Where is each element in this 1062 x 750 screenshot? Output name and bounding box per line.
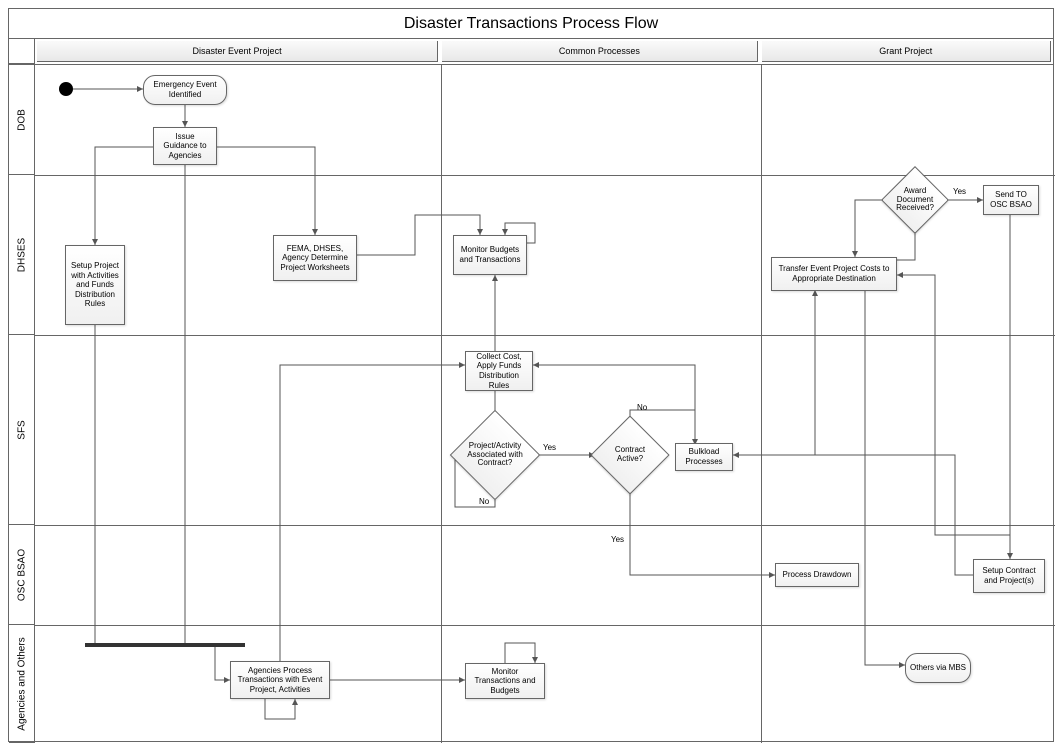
column-header: Grant Project [762,41,1051,62]
row-label: DHSES [16,237,27,271]
parallel-bar [85,643,245,647]
node-process-drawdown: Process Drawdown [775,563,859,587]
label-yes: Yes [953,187,966,196]
node-fema-dhses: FEMA, DHSES, Agency Determine Project Wo… [273,235,357,281]
row-label: DOB [16,109,27,131]
node-transfer-costs: Transfer Event Project Costs to Appropri… [771,257,897,291]
connectors [35,65,1055,743]
node-setup-contract: Setup Contract and Project(s) [973,559,1045,593]
label-yes: Yes [611,535,624,544]
column-headers: Disaster Event Project Common Processes … [9,39,1053,65]
node-bulkload: Bulkload Processes [675,443,733,471]
node-others-mbs: Others via MBS [905,653,971,683]
row-label: Agencies and Others [16,637,27,730]
node-agencies-process: Agencies Process Transactions with Event… [230,661,330,699]
node-issue-guidance: Issue Guidance to Agencies [153,127,217,165]
diagram-title: Disaster Transactions Process Flow [9,9,1053,39]
node-monitor-trans: Monitor Transactions and Budgets [465,663,545,699]
swimlane-body: Emergency Event Identified Issue Guidanc… [35,65,1055,743]
node-emergency-event: Emergency Event Identified [143,75,227,105]
column-header: Disaster Event Project [37,41,438,62]
node-monitor-budgets: Monitor Budgets and Transactions [453,235,527,275]
start-node [59,82,73,96]
node-collect-cost: Collect Cost, Apply Funds Distribution R… [465,351,533,391]
node-setup-project: Setup Project with Activities and Funds … [65,245,125,325]
row-labels: DOB DHSES SFS OSC BSAO Agencies and Othe… [9,65,35,743]
row-label: OSC BSAO [16,548,27,600]
label-yes: Yes [543,443,556,452]
diagram-frame: Disaster Transactions Process Flow Disas… [8,8,1054,742]
label-no: No [479,497,489,506]
row-label: SFS [16,420,27,439]
label-no: No [637,403,647,412]
column-header: Common Processes [442,41,757,62]
node-send-to-osc: Send TO OSC BSAO [983,185,1039,215]
